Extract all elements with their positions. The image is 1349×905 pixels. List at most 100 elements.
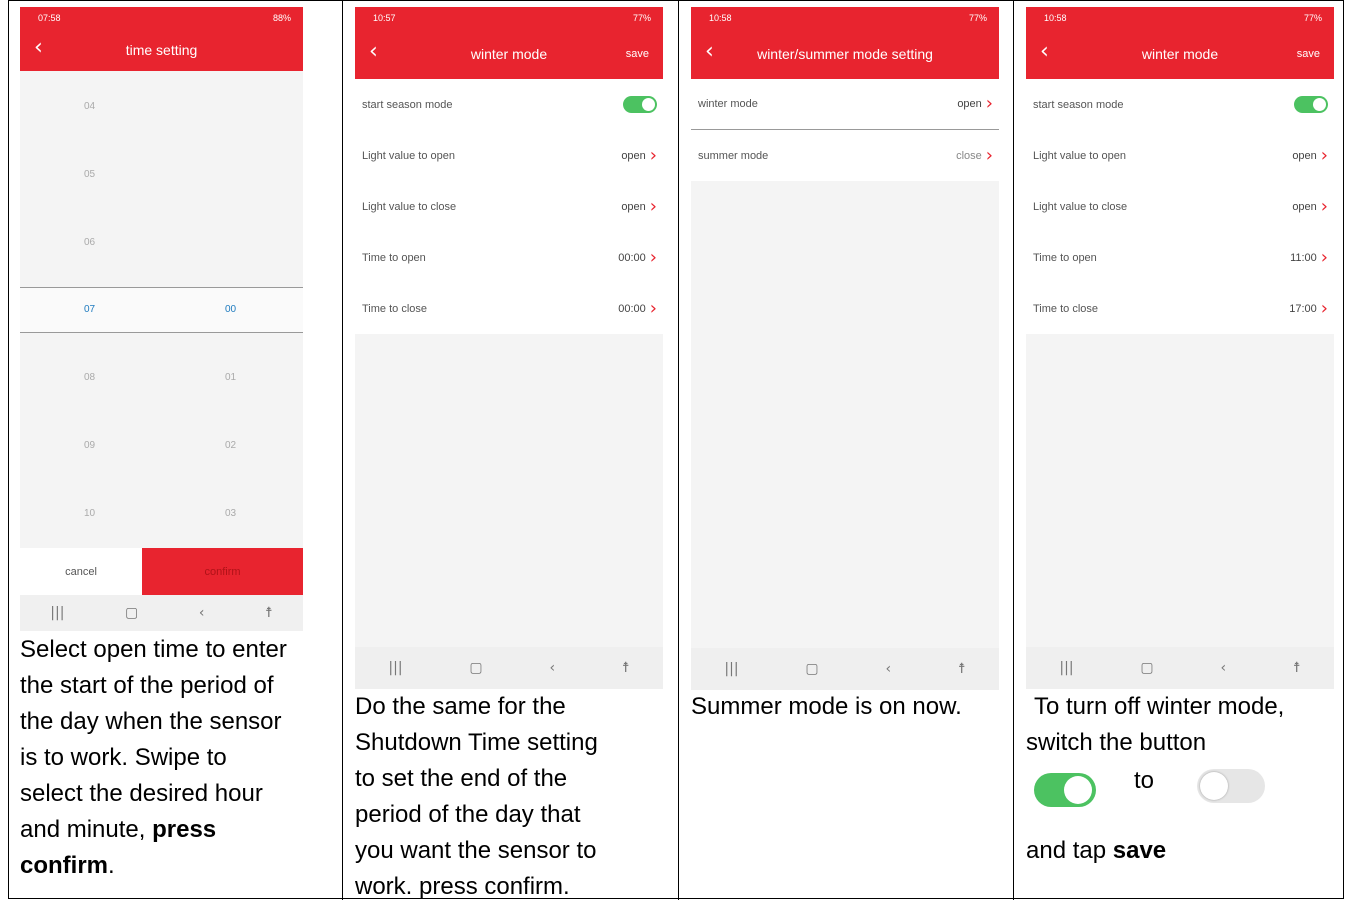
picker-buttons: cancel confirm xyxy=(20,548,303,595)
android-nav-bar: ||| ▢ ‹ ☨ xyxy=(355,647,663,689)
hour-option[interactable]: 09 xyxy=(84,440,95,451)
battery-level: 77% xyxy=(1303,13,1322,23)
accessibility-icon[interactable]: ☨ xyxy=(622,660,630,676)
save-button[interactable]: save xyxy=(1297,48,1320,60)
recent-apps-icon[interactable]: ||| xyxy=(724,661,738,677)
status-bar: 10:58 77% xyxy=(691,7,999,29)
phone-screenshot: 07:58 88% ‹ time setting 04 05 06 07 00 … xyxy=(20,7,303,631)
back-arrow-icon[interactable]: ‹ xyxy=(34,37,43,59)
cancel-button[interactable]: cancel xyxy=(20,548,142,595)
panel-winter-mode-final: 10:58 77% ‹ winter mode save start seaso… xyxy=(1014,1,1344,900)
android-nav-bar: ||| ▢ ‹ ☨ xyxy=(20,595,303,631)
caption-panel-4: To turn off winter mode, switch the butt… xyxy=(1026,693,1285,864)
home-icon[interactable]: ▢ xyxy=(805,661,818,677)
battery-level: 77% xyxy=(968,13,987,23)
title-bar: ‹ winter mode save xyxy=(355,29,663,79)
page-title: winter mode xyxy=(470,46,548,62)
recent-apps-icon[interactable]: ||| xyxy=(50,605,64,621)
back-icon[interactable]: ‹ xyxy=(549,660,555,676)
title-bar: ‹ winter mode save xyxy=(1026,29,1334,79)
chevron-right-icon: › xyxy=(649,246,657,268)
chevron-right-icon: › xyxy=(1320,297,1328,319)
page-title: time setting xyxy=(125,42,198,58)
status-time: 10:57 xyxy=(373,13,396,23)
status-bar: 07:58 88% xyxy=(20,7,303,29)
minute-option[interactable]: 01 xyxy=(225,372,236,383)
battery-level: 88% xyxy=(272,13,291,23)
settings-row[interactable]: summer mode close › xyxy=(691,130,999,181)
accessibility-icon[interactable]: ☨ xyxy=(958,661,966,677)
panel-time-setting: 07:58 88% ‹ time setting 04 05 06 07 00 … xyxy=(9,1,342,900)
battery-level: 77% xyxy=(632,13,651,23)
caption-bold-press: press xyxy=(152,816,217,843)
settings-row[interactable]: Light value to open open › xyxy=(1026,130,1334,181)
caption-panel-1: Select open time to enter the start of t… xyxy=(20,636,287,879)
status-time: 10:58 xyxy=(1044,13,1067,23)
settings-row[interactable]: Time to open 11:00 › xyxy=(1026,232,1334,283)
chevron-right-icon: › xyxy=(649,195,657,217)
status-time: 07:58 xyxy=(38,13,61,23)
back-icon[interactable]: ‹ xyxy=(885,661,891,677)
phone-screenshot: 10:58 77% ‹ winter mode save start seaso… xyxy=(1026,7,1334,689)
empty-area xyxy=(355,334,663,647)
chevron-right-icon: › xyxy=(649,297,657,319)
caption-panel-2: Do the same for the Shutdown Time settin… xyxy=(355,693,598,900)
chevron-right-icon: › xyxy=(1320,246,1328,268)
panel-winter-mode: 10:57 77% ‹ winter mode save start seaso… xyxy=(343,1,678,900)
confirm-button[interactable]: confirm xyxy=(142,548,303,595)
save-button[interactable]: save xyxy=(626,48,649,60)
hour-selected[interactable]: 07 xyxy=(84,304,95,315)
back-icon[interactable]: ‹ xyxy=(1220,660,1226,676)
android-nav-bar: ||| ▢ ‹ ☨ xyxy=(691,648,999,690)
hour-option[interactable]: 08 xyxy=(84,372,95,383)
phone-screenshot: 10:57 77% ‹ winter mode save start seaso… xyxy=(355,7,663,689)
picker-selection-band xyxy=(20,287,303,333)
accessibility-icon[interactable]: ☨ xyxy=(265,605,273,621)
minute-selected[interactable]: 00 xyxy=(225,304,236,315)
chevron-right-icon: › xyxy=(985,144,993,166)
empty-area xyxy=(691,181,999,648)
settings-row[interactable]: start season mode xyxy=(355,79,663,130)
title-bar: ‹ time setting xyxy=(20,29,303,71)
back-icon[interactable]: ‹ xyxy=(199,605,205,621)
panel-winter-summer-setting: 10:58 77% ‹ winter/summer mode setting w… xyxy=(679,1,1013,900)
settings-row[interactable]: Light value to close open › xyxy=(355,181,663,232)
instruction-table: 07:58 88% ‹ time setting 04 05 06 07 00 … xyxy=(8,0,1344,900)
settings-row[interactable]: Time to close 00:00 › xyxy=(355,283,663,334)
recent-apps-icon[interactable]: ||| xyxy=(388,660,402,676)
hour-option[interactable]: 10 xyxy=(84,508,95,519)
settings-row[interactable]: start season mode xyxy=(1026,79,1334,130)
caption-panel-3: Summer mode is on now. xyxy=(691,693,962,720)
back-arrow-icon[interactable]: ‹ xyxy=(1040,41,1049,63)
hour-option[interactable]: 06 xyxy=(84,237,95,248)
season-mode-toggle[interactable] xyxy=(1294,96,1328,113)
home-icon[interactable]: ▢ xyxy=(469,660,482,676)
back-arrow-icon[interactable]: ‹ xyxy=(705,41,714,63)
season-mode-toggle[interactable] xyxy=(623,96,657,113)
hour-option[interactable]: 05 xyxy=(84,169,95,180)
back-arrow-icon[interactable]: ‹ xyxy=(369,41,378,63)
status-time: 10:58 xyxy=(709,13,732,23)
settings-row[interactable]: Light value to close open › xyxy=(1026,181,1334,232)
hour-option[interactable]: 04 xyxy=(84,101,95,112)
caption-bold-confirm: confirm xyxy=(20,852,109,879)
caption-bold-save: save xyxy=(1112,837,1167,864)
status-bar: 10:57 77% xyxy=(355,7,663,29)
settings-row[interactable]: winter mode open › xyxy=(691,79,999,130)
minute-option[interactable]: 03 xyxy=(225,508,236,519)
page-title: winter mode xyxy=(1141,46,1219,62)
settings-row[interactable]: Light value to open open › xyxy=(355,130,663,181)
time-picker[interactable]: 04 05 06 07 00 08 01 09 02 10 03 xyxy=(20,71,303,548)
home-icon[interactable]: ▢ xyxy=(125,605,138,621)
accessibility-icon[interactable]: ☨ xyxy=(1293,660,1301,676)
chevron-right-icon: › xyxy=(985,93,993,114)
recent-apps-icon[interactable]: ||| xyxy=(1059,660,1073,676)
chevron-right-icon: › xyxy=(1320,195,1328,217)
settings-row[interactable]: Time to open 00:00 › xyxy=(355,232,663,283)
minute-option[interactable]: 02 xyxy=(225,440,236,451)
settings-row[interactable]: Time to close 17:00 › xyxy=(1026,283,1334,334)
chevron-right-icon: › xyxy=(649,144,657,166)
empty-area xyxy=(1026,334,1334,647)
home-icon[interactable]: ▢ xyxy=(1140,660,1153,676)
toggle-off-illustration xyxy=(1197,769,1265,803)
